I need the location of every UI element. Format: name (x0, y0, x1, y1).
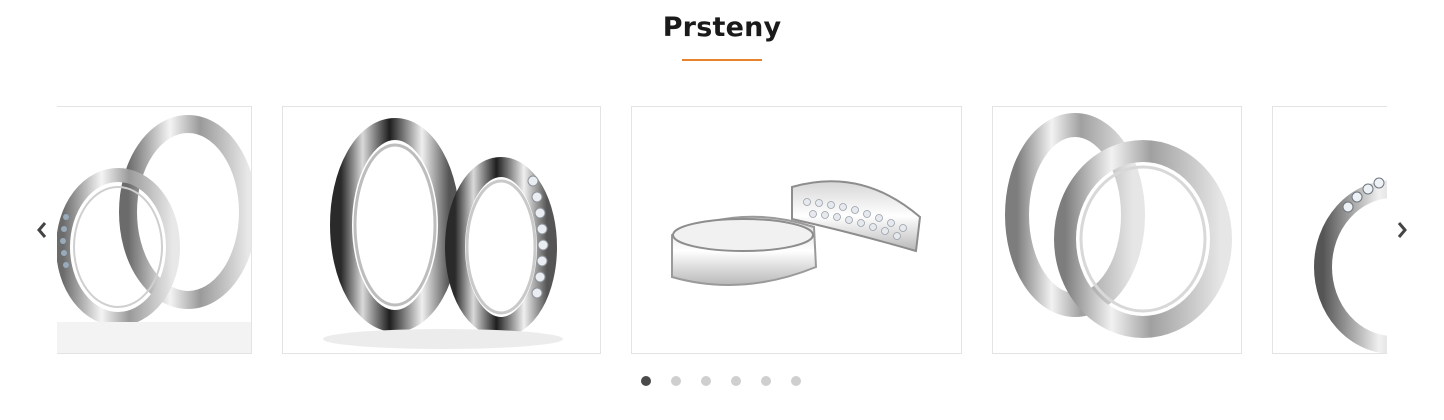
carousel-slide[interactable] (282, 106, 601, 354)
ring-diamond-partial-image (1314, 177, 1387, 353)
ring-pair-bevel-image (1005, 113, 1232, 338)
pagination-dot[interactable] (761, 376, 771, 386)
carousel-slide[interactable] (57, 106, 252, 354)
section-title: Prsteny (662, 12, 782, 43)
pagination-dot[interactable] (731, 376, 741, 386)
carousel-next-button[interactable] (1389, 216, 1415, 244)
pagination-dot[interactable] (671, 376, 681, 386)
ring-pair-diamond-band-image (671, 180, 922, 286)
ring-pair-black-diamond-image (323, 118, 563, 349)
carousel-viewport (57, 106, 1387, 356)
chevron-left-icon (37, 222, 47, 238)
carousel-pagination (641, 376, 801, 388)
pagination-dot[interactable] (641, 376, 651, 386)
carousel-slide[interactable] (631, 106, 962, 354)
pagination-dot[interactable] (791, 376, 801, 386)
carousel-slide[interactable] (992, 106, 1242, 354)
chevron-right-icon (1397, 222, 1407, 238)
carousel-slide[interactable] (1272, 106, 1387, 354)
title-underline (682, 59, 762, 61)
carousel-prev-button[interactable] (29, 216, 55, 244)
ring-pair-engraved-image (57, 115, 251, 353)
pagination-dot[interactable] (701, 376, 711, 386)
